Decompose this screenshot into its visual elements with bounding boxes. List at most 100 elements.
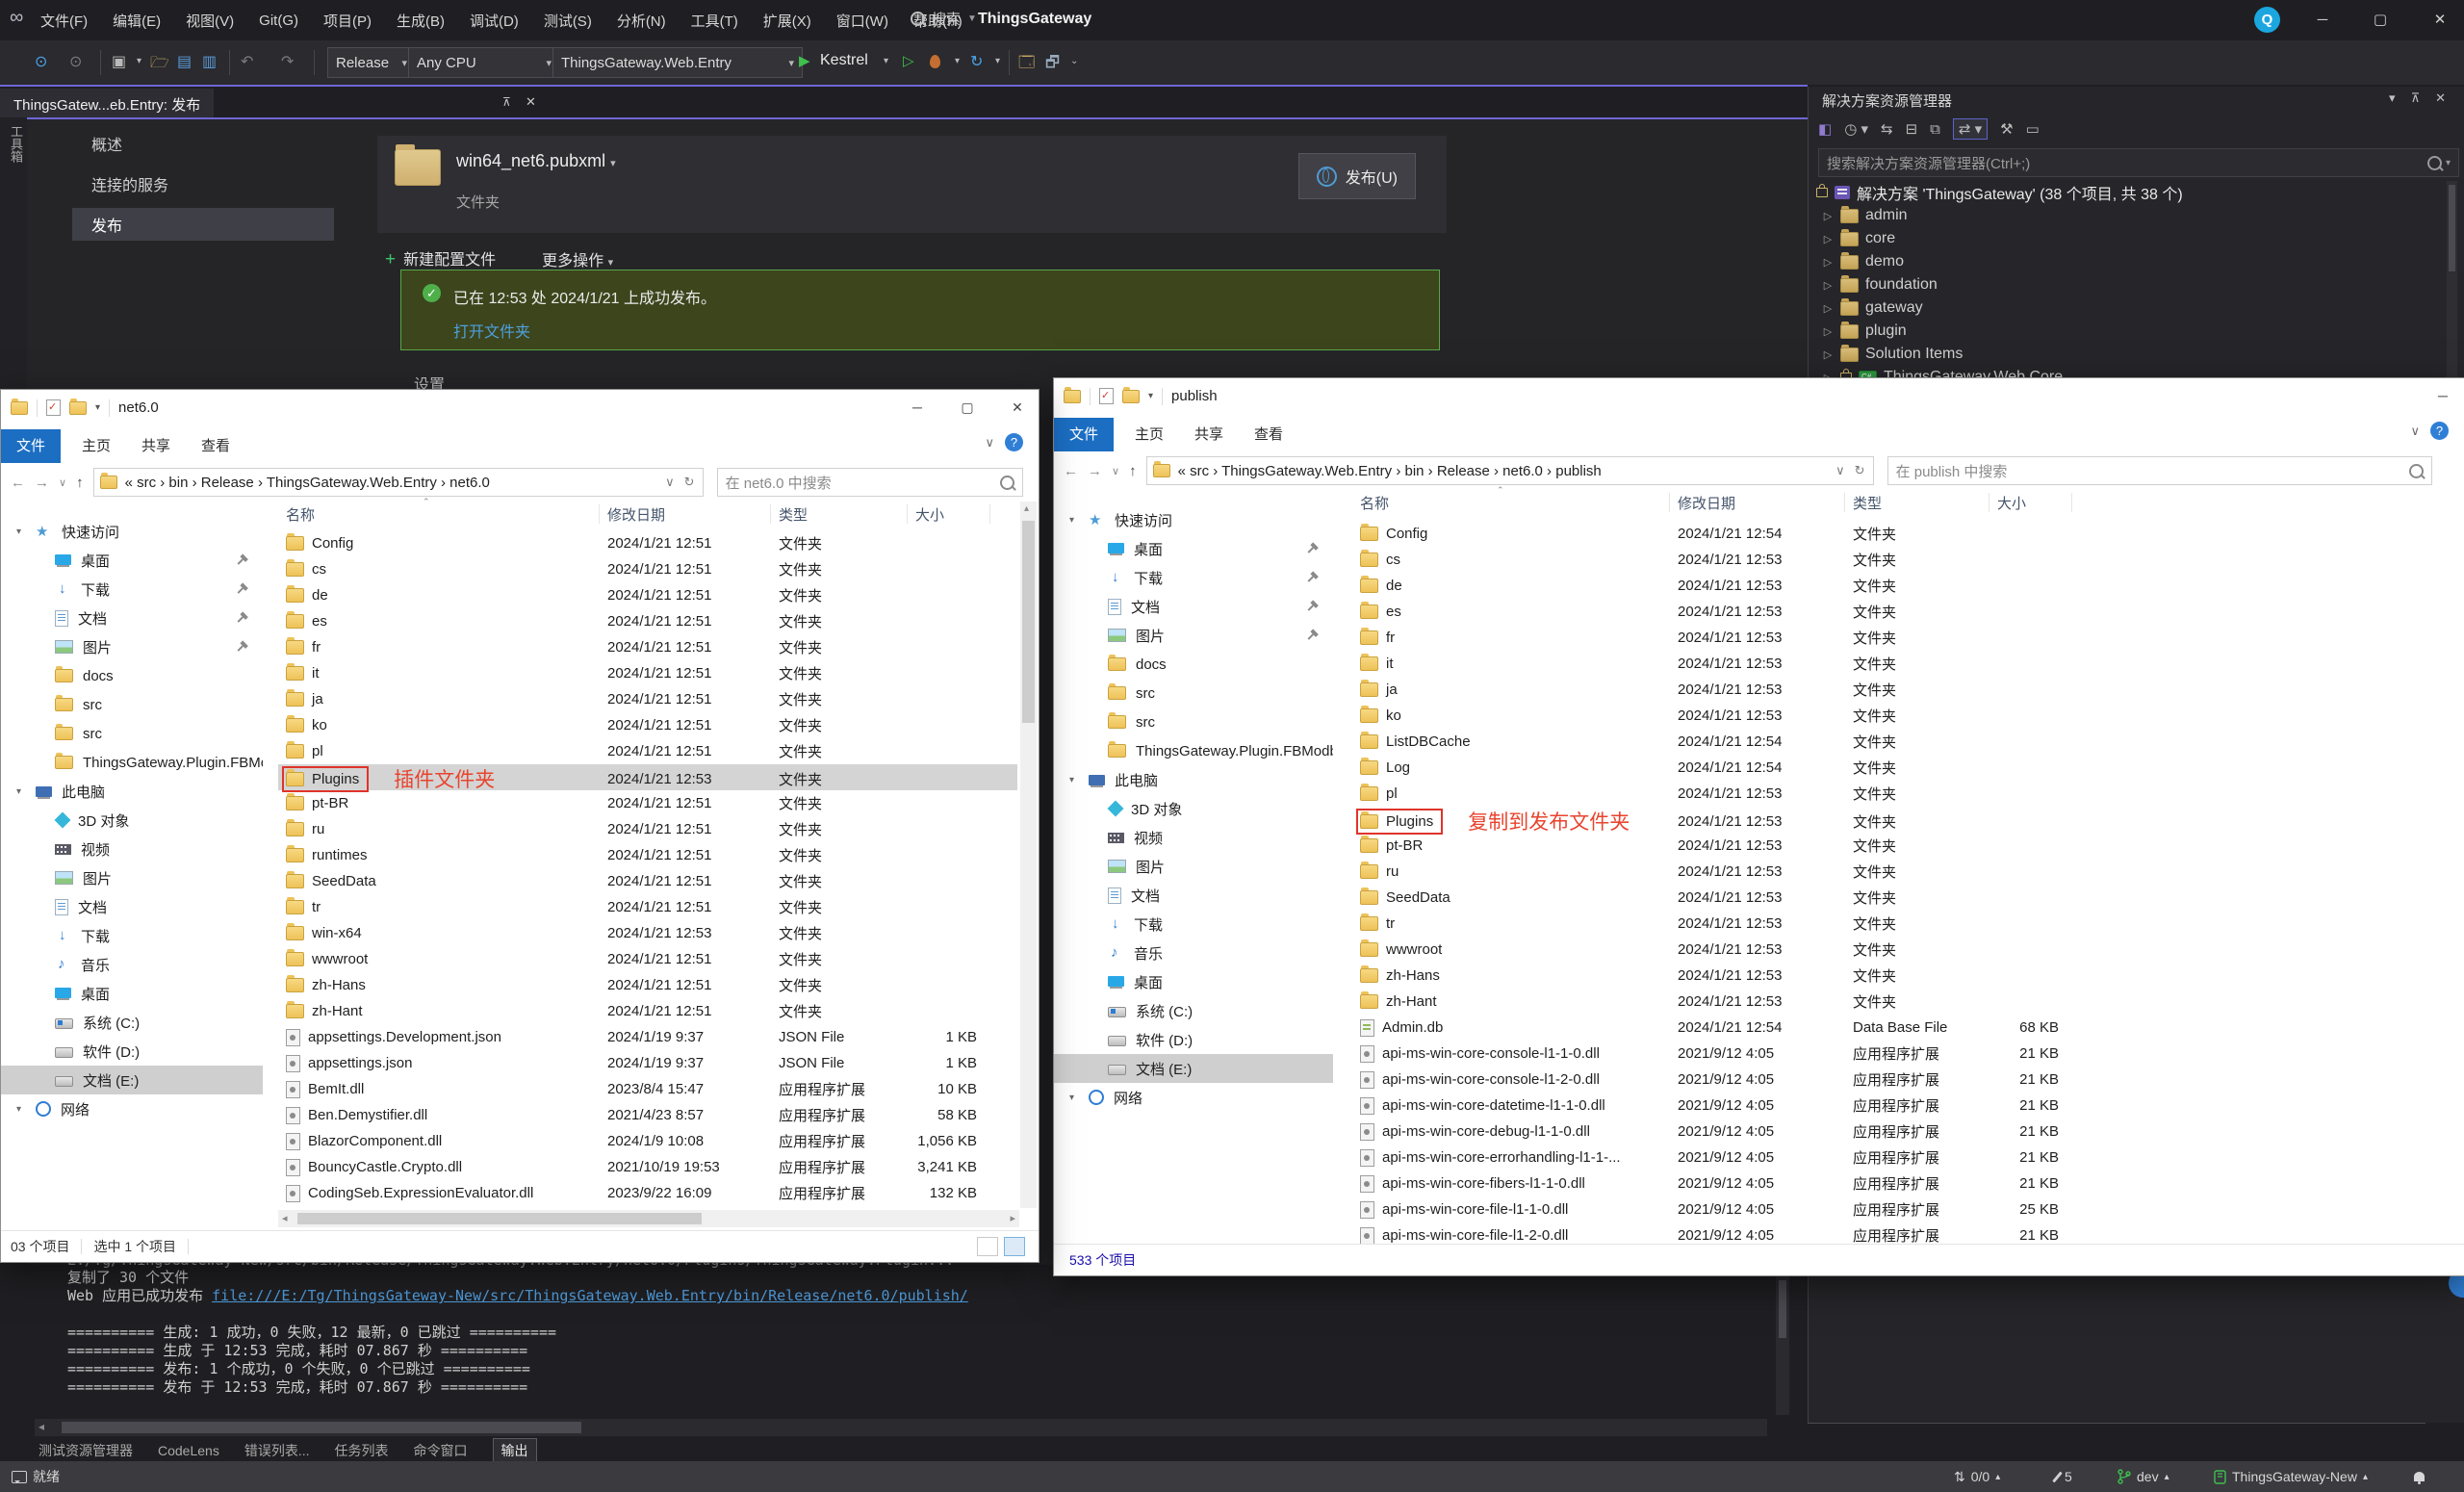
open-folder-link[interactable]: 打开文件夹 [453,319,530,342]
solution-tree-node[interactable]: ▷ admin [1809,204,2464,227]
file-row[interactable]: win-x64 2024/1/21 12:53 文件夹 [278,920,1017,946]
minimize-button[interactable]: ─ [2300,0,2345,40]
chevron-icon[interactable]: ▾ [1069,515,1079,526]
collapse-all-icon[interactable]: ⊟ [1906,120,1918,138]
file-row[interactable]: Config 2024/1/21 12:54 文件夹 [1352,521,2450,547]
window-titlebar[interactable]: ▾ publish ─ [1054,378,2464,414]
nav-pane-item[interactable]: ▾ src [1054,707,1333,736]
nav-pane-item[interactable]: ▾ 系统 (C:) [1,1008,263,1037]
expand-icon[interactable]: ▷ [1822,210,1834,222]
titlebar-search[interactable]: 搜索 ▼ [911,9,977,29]
menu-item[interactable]: 分析(N) [607,7,676,35]
file-row[interactable]: Plugins复制到发布文件夹 2024/1/21 12:53 文件夹 [1352,807,2450,833]
file-row[interactable]: ko 2024/1/21 12:51 文件夹 [278,712,1017,738]
panel-tab[interactable]: CodeLens [158,1443,219,1458]
forward-icon[interactable]: → [1088,463,1102,479]
menu-item[interactable]: 文件(F) [31,7,97,35]
file-row[interactable]: tr 2024/1/21 12:51 文件夹 [278,894,1017,920]
ribbon-tab-view[interactable]: 查看 [1241,418,1296,451]
nav-pane-item[interactable]: ▾ 图片 [1054,621,1333,650]
file-row[interactable]: cs 2024/1/21 12:51 文件夹 [278,556,1017,582]
qat-caret-icon[interactable]: ▾ [1148,391,1153,401]
solution-tree-node[interactable]: ▷ core [1809,227,2464,250]
file-row[interactable]: ru 2024/1/21 12:51 文件夹 [278,816,1017,842]
file-row[interactable]: CodingSeb.ExpressionEvaluator.dll 2023/9… [278,1180,1017,1206]
start-debug-icon[interactable]: ▶ [799,52,810,69]
file-row[interactable]: api-ms-win-core-file-l1-2-0.dll 2021/9/1… [1352,1222,2450,1245]
chevron-icon[interactable]: ▾ [1069,775,1079,785]
minimize-button[interactable]: ─ [2422,378,2464,414]
nav-pane-item[interactable]: ▾ 软件 (D:) [1054,1025,1333,1054]
nav-pane-item[interactable]: ▾ 下载 [1054,563,1333,592]
quick-access-check-icon[interactable] [46,399,61,416]
details-view-button[interactable] [977,1237,998,1256]
nav-pane-item[interactable]: ▾ 网络 [1054,1083,1333,1112]
nav-pane-item[interactable]: ▾ 图片 [1054,852,1333,881]
file-row[interactable]: api-ms-win-core-fibers-l1-1-0.dll 2021/9… [1352,1170,2450,1196]
publish-folder-link[interactable]: file:///E:/Tg/ThingsGateway-New/src/Thin… [212,1287,968,1304]
file-row[interactable]: api-ms-win-core-console-l1-1-0.dll 2021/… [1352,1041,2450,1067]
nav-pane-item[interactable]: ▾ 音乐 [1,950,263,979]
minimize-button[interactable]: ─ [896,390,938,425]
menu-item[interactable]: 编辑(E) [103,7,170,35]
breadcrumb[interactable]: « src › bin › Release › ThingsGateway.We… [125,475,490,491]
recent-locations-icon[interactable]: ∨ [59,476,66,489]
navigate-forward-icon[interactable]: ⊙ [69,52,82,71]
file-row[interactable]: Plugins插件文件夹 2024/1/21 12:53 文件夹 [278,764,1017,790]
file-row[interactable]: pt-BR 2024/1/21 12:51 文件夹 [278,790,1017,816]
solution-tree-node[interactable]: ▷ gateway [1809,296,2464,320]
switch-views-icon[interactable]: ◧ [1818,120,1832,138]
document-tab[interactable]: ThingsGatew...eb.Entry: 发布 [0,89,214,119]
chevron-down-icon[interactable]: ▾ [955,56,960,66]
nav-pane-item[interactable]: ▾ 文档 [1054,881,1333,910]
file-row[interactable]: de 2024/1/21 12:51 文件夹 [278,582,1017,608]
file-row[interactable]: ja 2024/1/21 12:53 文件夹 [1352,677,2450,703]
menu-item[interactable]: 调试(D) [460,7,528,35]
file-row[interactable]: ja 2024/1/21 12:51 文件夹 [278,686,1017,712]
nav-pane-item[interactable]: ▾ ThingsGateway.Plugin.FBModbu [1,748,263,777]
ribbon-tab-file[interactable]: 文件 [1,429,61,463]
pin-icon[interactable]: ⊼ [502,95,511,109]
menu-item[interactable]: 测试(S) [534,7,602,35]
nav-pane-item[interactable]: ▾ 下载 [1054,910,1333,939]
nav-pane-item[interactable]: ▾ 软件 (D:) [1,1037,263,1066]
nav-pane-item[interactable]: ▾ 快速访问 [1054,505,1333,534]
file-row[interactable]: wwwroot 2024/1/21 12:53 文件夹 [1352,937,2450,963]
nav-pane-item[interactable]: ▾ 图片 [1,863,263,892]
solution-search-input[interactable]: 搜索解决方案资源管理器(Ctrl+;) ▾ [1818,148,2459,177]
preview-icon[interactable]: ▭ [2026,120,2040,138]
file-row[interactable]: Log 2024/1/21 12:54 文件夹 [1352,755,2450,781]
address-dropdown-icon[interactable]: ∨ [1835,463,1845,478]
panel-tab[interactable]: 任务列表 [335,1441,389,1460]
quick-access-check-icon[interactable] [1099,388,1114,404]
address-dropdown-icon[interactable]: ∨ [665,475,675,490]
sync-with-active-document-icon[interactable]: ⇄ ▾ [1953,118,1988,140]
chevron-icon[interactable]: ▾ [16,527,26,537]
file-row[interactable]: appsettings.json 2024/1/19 9:37 JSON Fil… [278,1050,1017,1076]
file-row[interactable]: zh-Hant 2024/1/21 12:53 文件夹 [1352,989,2450,1015]
column-size[interactable]: 大小 [1989,493,2072,512]
file-row[interactable]: cs 2024/1/21 12:53 文件夹 [1352,547,2450,573]
close-button[interactable]: ✕ [996,390,1039,425]
nav-pane-item[interactable]: ▾ docs [1,661,263,690]
file-row[interactable]: ko 2024/1/21 12:53 文件夹 [1352,703,2450,729]
menu-item[interactable]: 生成(B) [387,7,454,35]
close-tab-icon[interactable]: ✕ [526,94,536,110]
refresh-icon[interactable]: ↻ [684,475,695,490]
forward-icon[interactable]: → [35,475,49,491]
pending-filter-icon[interactable]: ◷ ▾ [1844,120,1868,138]
window-titlebar[interactable]: ▾ net6.0 ─ ▢ ✕ [1,390,1039,425]
new-project-icon[interactable]: ▣ [112,52,126,71]
save-icon[interactable]: ▤ [177,52,192,71]
up-icon[interactable]: ↑ [1129,463,1137,479]
file-row[interactable]: zh-Hant 2024/1/21 12:51 文件夹 [278,998,1017,1024]
publish-button[interactable]: 发布(U) [1298,153,1416,199]
file-row[interactable]: BemIt.dll 2023/8/4 15:47 应用程序扩展 10 KB [278,1076,1017,1102]
nav-pane-item[interactable]: ▾ 下载 [1,575,263,604]
file-row[interactable]: api-ms-win-core-errorhandling-l1-1-... 2… [1352,1145,2450,1170]
file-row[interactable]: Admin.db 2024/1/21 12:54 Data Base File … [1352,1015,2450,1041]
file-row[interactable]: pl 2024/1/21 12:53 文件夹 [1352,781,2450,807]
column-size[interactable]: 大小 [908,504,990,524]
file-row[interactable]: pt-BR 2024/1/21 12:53 文件夹 [1352,833,2450,859]
menu-item[interactable]: 窗口(W) [827,7,898,35]
